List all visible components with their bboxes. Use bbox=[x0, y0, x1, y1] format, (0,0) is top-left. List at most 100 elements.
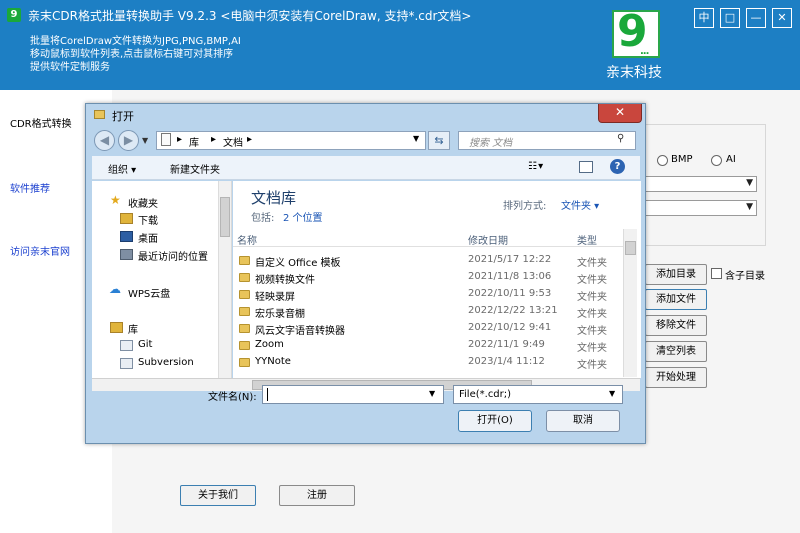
dialog-title: 打开 bbox=[112, 110, 134, 123]
chevron-down-icon[interactable]: ▼ bbox=[429, 389, 435, 398]
tree-favorites[interactable]: 收藏夹 bbox=[128, 195, 158, 210]
app-logo-icon: 9 bbox=[7, 8, 21, 22]
file-name: Zoom bbox=[255, 339, 284, 350]
file-date: 2022/10/11 9:53 bbox=[468, 288, 552, 299]
include-subfolders-checkbox[interactable] bbox=[711, 268, 722, 279]
refresh-icon: ⇆ bbox=[434, 134, 444, 147]
tree-desktop[interactable]: 桌面 bbox=[138, 230, 158, 245]
tree-libraries[interactable]: 库 bbox=[128, 321, 138, 336]
app-header: 9 亲末CDR格式批量转换助手 V9.2.3 <电脑中须安装有CorelDraw… bbox=[0, 0, 800, 90]
search-placeholder: 搜索 文档 bbox=[469, 138, 513, 149]
nav-item-recommend[interactable]: 软件推荐 bbox=[10, 180, 50, 195]
file-row[interactable]: 风云文字语音转换器 2022/10/12 9:41 文件夹 bbox=[233, 321, 623, 337]
folder-icon bbox=[239, 290, 250, 299]
tree-downloads[interactable]: 下载 bbox=[138, 212, 158, 227]
cancel-button[interactable]: 取消 bbox=[546, 410, 620, 432]
git-library-icon bbox=[120, 340, 133, 351]
help-icon[interactable]: ? bbox=[610, 159, 625, 174]
preview-pane-icon[interactable] bbox=[579, 161, 593, 173]
dialog-close-button[interactable]: ✕ bbox=[598, 104, 642, 123]
file-list-scroll-thumb[interactable] bbox=[625, 241, 636, 255]
file-name: YYNote bbox=[255, 356, 291, 367]
folder-icon bbox=[94, 110, 105, 119]
add-folder-button[interactable]: 添加目录 bbox=[645, 264, 707, 285]
folder-icon bbox=[239, 358, 250, 367]
column-date[interactable]: 修改日期 bbox=[468, 232, 508, 247]
search-icon: ⚲ bbox=[617, 133, 625, 144]
view-menu-icon[interactable]: ☷ ▾ bbox=[528, 161, 543, 172]
nav-item-website[interactable]: 访问亲末官网 bbox=[10, 243, 70, 258]
library-locations-link[interactable]: 2 个位置 bbox=[283, 209, 323, 224]
file-list-scrollbar[interactable] bbox=[623, 229, 637, 377]
file-row[interactable]: 视频转换文件 2021/11/8 13:06 文件夹 bbox=[233, 270, 623, 286]
desktop-icon bbox=[120, 231, 133, 242]
file-type: 文件夹 bbox=[577, 326, 607, 337]
subversion-library-icon bbox=[120, 358, 133, 369]
back-button[interactable]: ◀ bbox=[94, 130, 115, 151]
history-dropdown-icon[interactable]: ▼ bbox=[142, 136, 148, 145]
forward-button[interactable]: ▶ bbox=[118, 130, 139, 151]
remove-file-button[interactable]: 移除文件 bbox=[645, 315, 707, 336]
filename-input[interactable]: ▼ bbox=[262, 385, 444, 404]
new-folder-button[interactable]: 新建文件夹 bbox=[170, 161, 220, 176]
start-button[interactable]: 开始处理 bbox=[645, 367, 707, 388]
option-select-2[interactable]: ▼ bbox=[645, 200, 757, 216]
chevron-right-icon: ▸ bbox=[211, 134, 217, 145]
tree-recent[interactable]: 最近访问的位置 bbox=[138, 248, 208, 263]
chevron-down-icon: ▼ bbox=[746, 202, 753, 212]
search-input[interactable]: 搜索 文档 ⚲ bbox=[458, 131, 636, 150]
breadcrumb-library[interactable]: 库 bbox=[189, 134, 199, 149]
breadcrumb-documents[interactable]: 文档 bbox=[223, 134, 243, 149]
file-row[interactable]: YYNote 2023/1/4 11:12 文件夹 bbox=[233, 355, 623, 369]
tree-wps-cloud[interactable]: WPS云盘 bbox=[128, 285, 170, 300]
navigation-pane: ★ 收藏夹 下载 桌面 最近访问的位置 ☁ WPS云盘 库 Git Subver… bbox=[92, 181, 232, 378]
file-type: 文件夹 bbox=[577, 360, 607, 369]
pin-button[interactable]: 中 bbox=[694, 8, 714, 28]
file-row[interactable]: 自定义 Office 模板 2021/5/17 12:22 文件夹 bbox=[233, 253, 623, 269]
sort-dropdown[interactable]: 文件夹 ▾ bbox=[561, 197, 599, 212]
file-name: 宏乐录音棚 bbox=[255, 309, 305, 320]
file-date: 2022/12/22 13:21 bbox=[468, 305, 558, 316]
folder-icon bbox=[239, 341, 250, 350]
chevron-down-icon: ▼ bbox=[746, 178, 753, 188]
chevron-down-icon[interactable]: ▼ bbox=[413, 134, 419, 143]
format-bmp-radio[interactable] bbox=[657, 155, 668, 166]
nav-item-cdr-convert[interactable]: CDR格式转换 bbox=[10, 115, 72, 130]
open-button[interactable]: 打开(O) bbox=[458, 410, 532, 432]
clear-list-button[interactable]: 清空列表 bbox=[645, 341, 707, 362]
address-bar[interactable]: ▸ 库 ▸ 文档 ▸ ▼ bbox=[156, 131, 426, 150]
file-list-pane: 文档库 包括: 2 个位置 排列方式: 文件夹 ▾ 名称 修改日期 类型 自定义… bbox=[233, 181, 641, 378]
folder-icon bbox=[239, 307, 250, 316]
organize-button[interactable]: 组织 ▾ bbox=[108, 161, 136, 176]
minimize-button[interactable]: — bbox=[746, 8, 766, 28]
file-date: 2021/11/8 13:06 bbox=[468, 271, 552, 282]
brand-logo: 9 ... bbox=[612, 6, 660, 58]
add-file-button[interactable]: 添加文件 bbox=[645, 289, 707, 310]
about-button[interactable]: 关于我们 bbox=[180, 485, 256, 506]
brand-name: 亲末科技 bbox=[606, 65, 662, 81]
library-title: 文档库 bbox=[251, 189, 297, 207]
filename-label: 文件名(N): bbox=[208, 392, 257, 403]
nav-pane-scroll-thumb[interactable] bbox=[220, 197, 230, 237]
file-row[interactable]: 轻映录屏 2022/10/11 9:53 文件夹 bbox=[233, 287, 623, 303]
libraries-icon bbox=[110, 322, 123, 333]
register-button[interactable]: 注册 bbox=[279, 485, 355, 506]
file-row[interactable]: 宏乐录音棚 2022/12/22 13:21 文件夹 bbox=[233, 304, 623, 320]
file-type: 文件夹 bbox=[577, 275, 607, 286]
tree-subversion[interactable]: Subversion bbox=[138, 357, 194, 368]
format-ai-radio[interactable] bbox=[711, 155, 722, 166]
file-row[interactable]: Zoom 2022/11/1 9:49 文件夹 bbox=[233, 338, 623, 354]
column-header: 名称 修改日期 类型 bbox=[233, 229, 623, 247]
tree-git[interactable]: Git bbox=[138, 339, 152, 350]
library-includes-label: 包括: bbox=[251, 213, 275, 224]
filetype-select[interactable]: File(*.cdr;) ▼ bbox=[453, 385, 623, 404]
column-name[interactable]: 名称 bbox=[237, 232, 257, 247]
restore-button[interactable]: □ bbox=[720, 8, 740, 28]
close-button[interactable]: ✕ bbox=[772, 8, 792, 28]
nav-pane-scrollbar[interactable] bbox=[218, 181, 231, 378]
option-select-1[interactable]: ▼ bbox=[645, 176, 757, 192]
column-type[interactable]: 类型 bbox=[577, 232, 597, 247]
refresh-button[interactable]: ⇆ bbox=[428, 131, 450, 150]
folder-icon bbox=[239, 273, 250, 282]
chevron-down-icon[interactable]: ▼ bbox=[609, 389, 615, 398]
